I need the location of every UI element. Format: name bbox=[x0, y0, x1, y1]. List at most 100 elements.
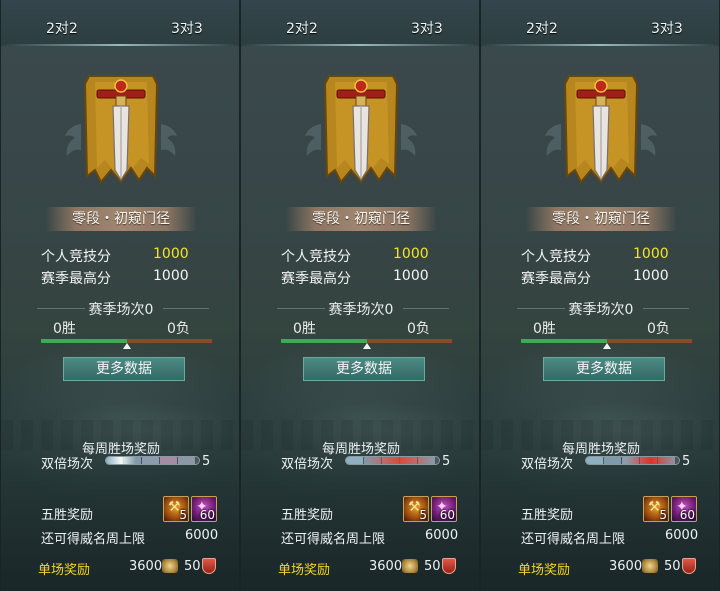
season-high-value: 1000 bbox=[393, 268, 429, 284]
rank-name: 零段・初窥门径 bbox=[45, 207, 197, 231]
gold-item-icon[interactable]: ⚒ 5 bbox=[163, 496, 189, 522]
double-matches-bar bbox=[585, 456, 680, 465]
more-data-button[interactable]: 更多数据 bbox=[303, 357, 425, 381]
background-scenery bbox=[1, 360, 239, 591]
weekly-cap-value: 6000 bbox=[185, 528, 219, 543]
double-bar-segment bbox=[160, 457, 178, 464]
gold-item-count: 5 bbox=[179, 508, 187, 522]
win-fill bbox=[521, 339, 607, 343]
single-reward-honor: 50 bbox=[664, 559, 681, 574]
weekly-cap-label: 还可得威名周上限 bbox=[281, 532, 386, 547]
divider bbox=[403, 308, 449, 309]
double-matches-count: 5 bbox=[442, 454, 451, 469]
arena-panel-3: 2对2 3对3 零段・初窥门径 个人竞技分 1000 赛季最高分 1000 赛季… bbox=[480, 0, 720, 591]
weekly-cap-value: 6000 bbox=[425, 528, 459, 543]
more-data-button[interactable]: 更多数据 bbox=[543, 357, 665, 381]
divider bbox=[163, 308, 209, 309]
season-high-label: 赛季最高分 bbox=[41, 271, 111, 287]
tab-2v2[interactable]: 2对2 bbox=[46, 18, 78, 38]
double-bar-glow bbox=[626, 457, 676, 464]
tab-2v2[interactable]: 2对2 bbox=[526, 18, 558, 38]
double-matches-label: 双倍场次 bbox=[281, 457, 334, 472]
sword-banner-icon bbox=[301, 64, 421, 194]
double-matches-label: 双倍场次 bbox=[521, 457, 574, 472]
purple-item-count: 60 bbox=[679, 508, 695, 522]
double-bar-glow bbox=[106, 457, 136, 464]
ratio-marker-icon bbox=[123, 343, 131, 349]
double-bar-segment bbox=[586, 457, 604, 464]
ratio-marker-icon bbox=[363, 343, 371, 349]
purple-item-count: 60 bbox=[199, 508, 215, 522]
tab-3v3[interactable]: 3对3 bbox=[171, 18, 203, 38]
shield-icon bbox=[442, 558, 456, 574]
season-high-value: 1000 bbox=[153, 268, 189, 284]
wins-count: 0胜 bbox=[533, 321, 556, 337]
arena-panel-1: 2对2 3对3 零段・初窥门径 个人竞技分 1000 赛季最高分 1000 赛季… bbox=[0, 0, 240, 591]
double-matches-label: 双倍场次 bbox=[41, 457, 94, 472]
double-bar-segment bbox=[178, 457, 196, 464]
season-matches: 赛季场次0 bbox=[568, 302, 634, 318]
gold-item-icon[interactable]: ⚒ 5 bbox=[643, 496, 669, 522]
purple-item-icon[interactable]: ✦ 60 bbox=[671, 496, 697, 522]
personal-score-label: 个人竞技分 bbox=[281, 249, 351, 265]
weekly-cap-value: 6000 bbox=[665, 528, 699, 543]
arena-panel-2: 2对2 3对3 零段・初窥门径 个人竞技分 1000 赛季最高分 1000 赛季… bbox=[240, 0, 480, 591]
single-reward-prestige: 3600 bbox=[369, 559, 403, 574]
losses-count: 0负 bbox=[647, 321, 670, 337]
single-reward-label: 单场奖励 bbox=[518, 563, 571, 578]
arena-screen: 2对2 3对3 零段・初窥门径 个人竞技分 1000 赛季最高分 1000 赛季… bbox=[0, 0, 720, 591]
single-reward-prestige: 3600 bbox=[129, 559, 163, 574]
weekly-cap-label: 还可得威名周上限 bbox=[521, 532, 626, 547]
five-win-reward-label: 五胜奖励 bbox=[41, 508, 94, 523]
tab-3v3[interactable]: 3对3 bbox=[651, 18, 683, 38]
shield-icon bbox=[682, 558, 696, 574]
double-bar-glow bbox=[364, 457, 434, 464]
single-reward-honor: 50 bbox=[424, 559, 441, 574]
mode-tab-bar: 2对2 3对3 bbox=[1, 0, 239, 46]
personal-score-label: 个人竞技分 bbox=[521, 249, 591, 265]
coin-icon bbox=[162, 559, 178, 573]
season-high-label: 赛季最高分 bbox=[281, 271, 351, 287]
background-scenery bbox=[481, 360, 719, 591]
wins-count: 0胜 bbox=[293, 321, 316, 337]
personal-score-value: 1000 bbox=[633, 246, 669, 262]
single-reward-honor: 50 bbox=[184, 559, 201, 574]
purple-item-icon[interactable]: ✦ 60 bbox=[431, 496, 457, 522]
rank-name: 零段・初窥门径 bbox=[525, 207, 677, 231]
purple-item-icon[interactable]: ✦ 60 bbox=[191, 496, 217, 522]
double-bar-segment bbox=[346, 457, 364, 464]
wins-count: 0胜 bbox=[53, 321, 76, 337]
gold-item-icon[interactable]: ⚒ 5 bbox=[403, 496, 429, 522]
single-reward-label: 单场奖励 bbox=[38, 563, 91, 578]
personal-score-label: 个人竞技分 bbox=[41, 249, 111, 265]
more-data-button[interactable]: 更多数据 bbox=[63, 357, 185, 381]
season-matches: 赛季场次0 bbox=[88, 302, 154, 318]
personal-score-value: 1000 bbox=[393, 246, 429, 262]
coin-icon bbox=[402, 559, 418, 573]
gold-item-count: 5 bbox=[659, 508, 667, 522]
five-win-reward-label: 五胜奖励 bbox=[281, 508, 334, 523]
double-bar-segment bbox=[604, 457, 622, 464]
tab-3v3[interactable]: 3对3 bbox=[411, 18, 443, 38]
mode-tab-bar: 2对2 3对3 bbox=[241, 0, 479, 46]
losses-count: 0负 bbox=[167, 321, 190, 337]
five-win-reward-label: 五胜奖励 bbox=[521, 508, 574, 523]
win-fill bbox=[41, 339, 127, 343]
win-fill bbox=[281, 339, 367, 343]
single-reward-label: 单场奖励 bbox=[278, 563, 331, 578]
rank-name: 零段・初窥门径 bbox=[285, 207, 437, 231]
background-scenery bbox=[241, 360, 479, 591]
sword-banner-icon bbox=[61, 64, 181, 194]
coin-icon bbox=[642, 559, 658, 573]
personal-score-value: 1000 bbox=[153, 246, 189, 262]
season-high-value: 1000 bbox=[633, 268, 669, 284]
double-bar-segment bbox=[142, 457, 160, 464]
season-matches: 赛季场次0 bbox=[328, 302, 394, 318]
double-matches-bar bbox=[105, 456, 200, 465]
mode-tab-bar: 2对2 3对3 bbox=[481, 0, 719, 46]
purple-item-count: 60 bbox=[439, 508, 455, 522]
double-matches-bar bbox=[345, 456, 440, 465]
double-matches-count: 5 bbox=[202, 454, 211, 469]
tab-2v2[interactable]: 2对2 bbox=[286, 18, 318, 38]
shield-icon bbox=[202, 558, 216, 574]
